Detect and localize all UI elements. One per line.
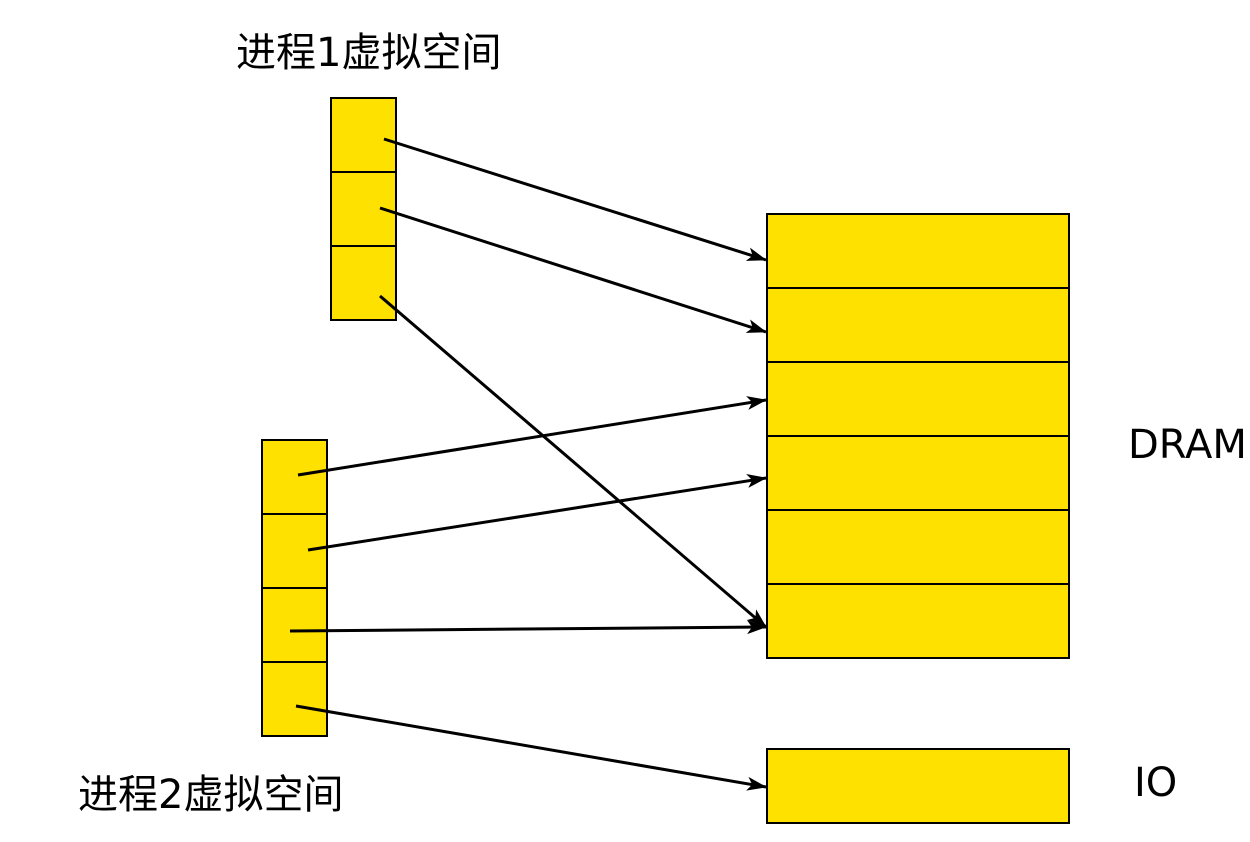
process1-page-3: [330, 245, 397, 321]
mapping-arrow-process2-page3-to-dram-6: [289, 620, 767, 635]
process2-page-2: [261, 513, 328, 589]
io-frame-column: [766, 748, 1070, 824]
mapping-arrow-process2-page4-to-io-1: [295, 704, 767, 791]
mapping-arrow-process2-page2-to-dram-4: [307, 474, 767, 552]
process2-page-column: [261, 439, 328, 737]
process1-virtual-space-label: 进程1虚拟空间: [236, 30, 502, 76]
mapping-arrow-process1-page2-to-dram-2: [379, 206, 767, 334]
mapping-arrow-process2-page1-to-dram-3: [297, 396, 767, 477]
process2-page-3: [261, 587, 328, 663]
dram-label: DRAM: [1128, 422, 1247, 468]
dram-frame-1: [766, 213, 1070, 289]
process2-page-4: [261, 661, 328, 737]
dram-frame-3: [766, 361, 1070, 437]
dram-frame-column: [766, 213, 1070, 659]
dram-frame-6: [766, 583, 1070, 659]
dram-frame-5: [766, 509, 1070, 585]
mapping-arrow-process1-page3-to-dram-6: [379, 294, 767, 629]
dram-frame-2: [766, 287, 1070, 363]
process1-page-1: [330, 97, 397, 173]
io-label: IO: [1134, 760, 1178, 806]
io-frame-1: [766, 748, 1070, 824]
process2-page-1: [261, 439, 328, 515]
process2-virtual-space-label: 进程2虚拟空间: [78, 772, 344, 818]
memory-mapping-diagram: [261, 97, 1070, 824]
mapping-arrow-process1-page1-to-dram-1: [383, 137, 767, 262]
dram-frame-4: [766, 435, 1070, 511]
